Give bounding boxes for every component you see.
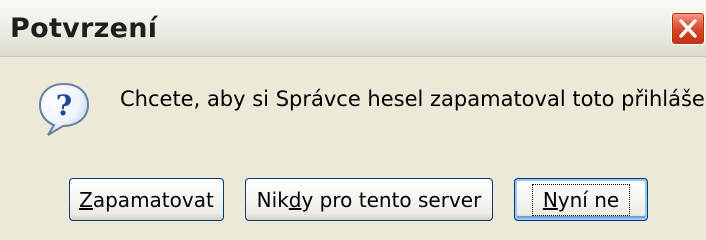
- svg-text:?: ?: [56, 89, 72, 122]
- not-now-button-label: Nyní ne: [531, 183, 631, 216]
- remember-button-label: Zapamatovat: [79, 187, 214, 212]
- dialog-title: Potvrzení: [10, 13, 158, 44]
- title-bar[interactable]: Potvrzení: [0, 0, 706, 57]
- confirmation-dialog: Potvrzení ? Chcete, aby si Správce hesel…: [0, 0, 706, 240]
- question-icon: ?: [36, 80, 92, 142]
- close-button[interactable]: [671, 12, 705, 45]
- never-for-this-server-button[interactable]: Nikdy pro tento server: [245, 178, 493, 221]
- dialog-message: Chcete, aby si Správce hesel zapamatoval…: [120, 87, 706, 111]
- never-button-label: Nikdy pro tento server: [256, 187, 482, 212]
- close-icon: [679, 19, 697, 38]
- remember-button[interactable]: Zapamatovat: [69, 178, 224, 221]
- not-now-button[interactable]: Nyní ne: [514, 178, 648, 221]
